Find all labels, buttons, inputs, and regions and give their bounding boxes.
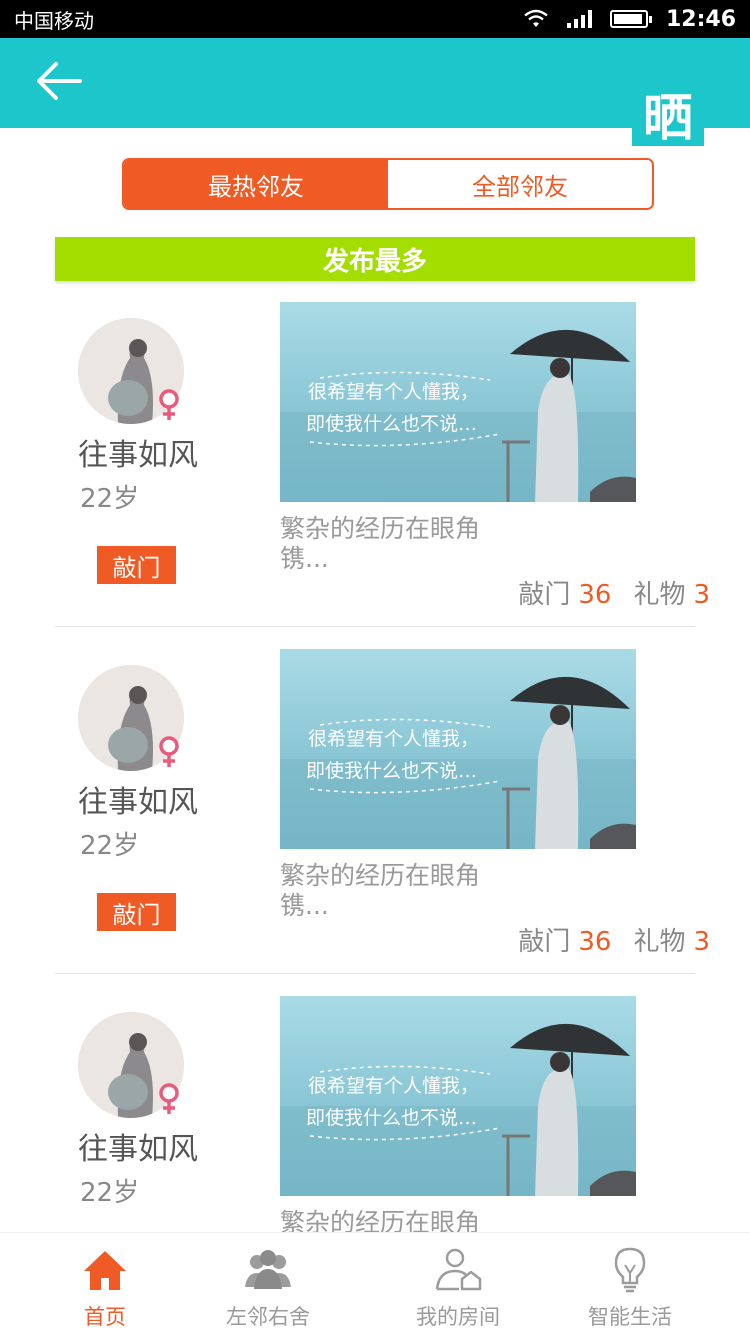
- knock-count: 36: [578, 927, 612, 957]
- gift-count: 3: [693, 927, 710, 957]
- gift-label: 礼物: [633, 927, 686, 957]
- wifi-icon: [524, 9, 548, 27]
- knock-stat: 敲门 36: [518, 574, 611, 611]
- user-age: 22岁: [80, 484, 140, 514]
- divider: [55, 973, 695, 974]
- female-icon: [159, 736, 179, 767]
- share-button[interactable]: 晒: [632, 82, 704, 147]
- home-icon: [84, 1251, 126, 1290]
- divider: [55, 626, 695, 627]
- post-image[interactable]: 很希望有个人懂我， 即使我什么也不说…: [280, 302, 636, 502]
- knock-label: 敲门: [518, 927, 571, 957]
- back-arrow-icon: [37, 62, 82, 100]
- user-name: 往事如风: [78, 785, 198, 820]
- image-caption-line-2: 即使我什么也不说…: [306, 1107, 477, 1129]
- back-button[interactable]: [30, 56, 88, 106]
- post-text: 繁杂的经历在眼角镌...: [280, 1208, 481, 1232]
- nav-smart-life[interactable]: 智能生活: [550, 1233, 710, 1334]
- female-icon: [159, 389, 179, 420]
- nav-my-room[interactable]: 我的房间: [378, 1233, 538, 1334]
- my-room-icon: [435, 1248, 482, 1291]
- signal-icon: [566, 10, 592, 28]
- status-indicators: 12:46: [523, 7, 736, 32]
- battery-icon: [609, 10, 652, 28]
- status-time: 12:46: [665, 6, 736, 32]
- image-caption-line-2: 即使我什么也不说…: [306, 413, 477, 435]
- feed-item: 往事如风 22岁 敲门: [0, 996, 750, 1232]
- user-name: 往事如风: [78, 1132, 198, 1167]
- post-image[interactable]: 很希望有个人懂我， 即使我什么也不说…: [280, 649, 636, 849]
- section-title: 发布最多: [55, 237, 695, 281]
- feed-item: 往事如风 22岁 敲门: [0, 649, 750, 996]
- user-age: 22岁: [80, 1178, 140, 1208]
- nav-label-smart-life: 智能生活: [588, 1305, 672, 1329]
- tab-all-neighbors[interactable]: 全部邻友: [388, 160, 652, 208]
- carrier-name: 中国移动: [14, 8, 94, 33]
- filter-tabs: 最热邻友 全部邻友: [122, 158, 654, 210]
- knock-stat: 敲门 36: [518, 921, 611, 958]
- image-caption-line-1: 很希望有个人懂我，: [308, 381, 479, 403]
- nav-label-home: 首页: [84, 1305, 126, 1329]
- neighbors-icon: [245, 1250, 291, 1289]
- knock-label: 敲门: [518, 580, 571, 610]
- gift-label: 礼物: [633, 580, 686, 610]
- user-name: 往事如风: [78, 438, 198, 473]
- gift-count: 3: [693, 580, 710, 610]
- knock-count: 36: [578, 580, 612, 610]
- nav-label-neighbors: 左邻右舍: [226, 1305, 310, 1329]
- nav-home[interactable]: 首页: [25, 1233, 185, 1334]
- image-caption-line-2: 即使我什么也不说…: [306, 760, 477, 782]
- post-text: 繁杂的经历在眼角镌...: [280, 514, 481, 573]
- nav-label-my-room: 我的房间: [416, 1305, 500, 1329]
- nav-neighbors[interactable]: 左邻右舍: [188, 1233, 348, 1334]
- app-screen: 中国移动 12:46 晒 最热邻友 全部邻友 发布最多 往事如风 22岁 敲门 …: [0, 0, 750, 1334]
- post-stats: 敲门 36 礼物 3: [518, 574, 710, 611]
- feed-item: 往事如风 22岁 敲门: [0, 302, 750, 649]
- image-caption-line-1: 很希望有个人懂我，: [308, 728, 479, 750]
- post-feed: 往事如风 22岁 敲门 很希望有个人懂我， 即使我什么也不说… 繁杂的经历在眼角…: [0, 302, 750, 1232]
- status-bar: 中国移动 12:46: [0, 0, 750, 38]
- gift-stat: 礼物 3: [633, 921, 710, 958]
- bottom-nav: 首页 左邻右舍 我的房间 智能生活: [0, 1232, 750, 1334]
- image-caption-line-1: 很希望有个人懂我，: [308, 1075, 479, 1097]
- post-image[interactable]: 很希望有个人懂我， 即使我什么也不说…: [280, 996, 636, 1196]
- knock-button[interactable]: 敲门: [97, 546, 176, 584]
- user-age: 22岁: [80, 831, 140, 861]
- post-stats: 敲门 36 礼物 3: [518, 921, 710, 958]
- knock-button[interactable]: 敲门: [97, 893, 176, 931]
- smart-life-icon: [614, 1247, 646, 1293]
- female-icon: [159, 1083, 179, 1114]
- tab-hottest-neighbors[interactable]: 最热邻友: [124, 160, 388, 208]
- post-text: 繁杂的经历在眼角镌...: [280, 861, 481, 920]
- gift-stat: 礼物 3: [633, 574, 710, 611]
